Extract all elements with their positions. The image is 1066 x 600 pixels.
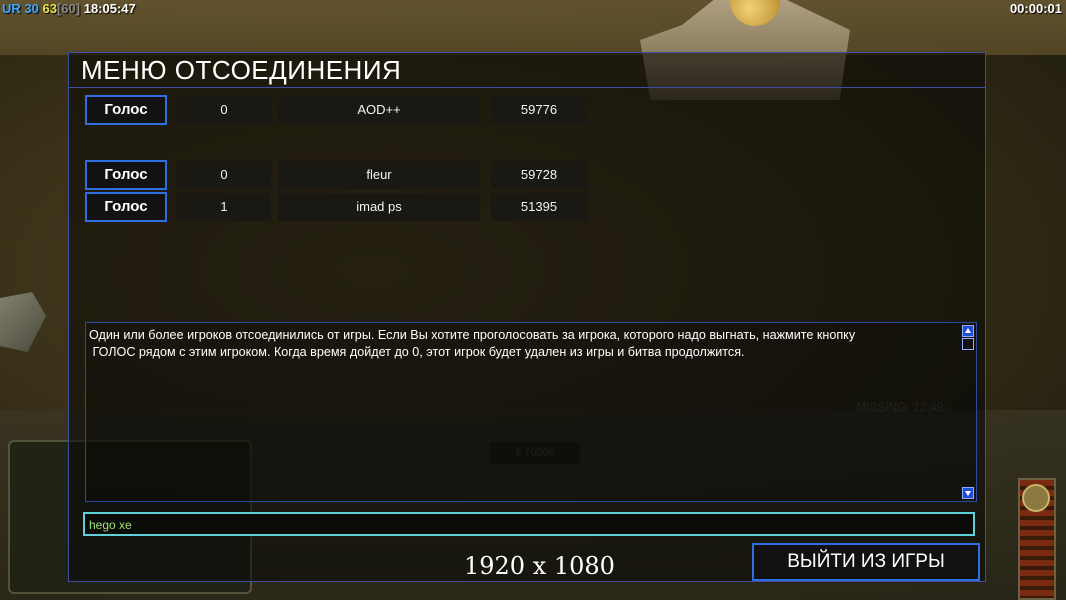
- clock: 18:05:47: [83, 1, 136, 16]
- scroll-up-arrow-icon[interactable]: [962, 325, 974, 337]
- player-name: fleur: [278, 161, 480, 189]
- scrollbar[interactable]: [962, 325, 974, 499]
- player-ping: 51395: [491, 193, 587, 221]
- scroll-down-arrow-icon[interactable]: [962, 487, 974, 499]
- status-overlay: UR 30 63[60] 18:05:47: [2, 1, 136, 16]
- dialog-title: МЕНЮ ОТСОЕДИНЕНИЯ: [81, 55, 402, 85]
- fps-limit: [60]: [56, 1, 81, 16]
- player-name: AOD++: [278, 96, 480, 124]
- vote-count: 1: [177, 193, 271, 221]
- vote-count: 0: [177, 96, 271, 124]
- vote-button[interactable]: Голос: [85, 95, 167, 125]
- player-ping: 59776: [491, 96, 587, 124]
- game-timer: 00:00:01: [1009, 1, 1062, 16]
- message-text: Один или более игроков отсоединились от …: [89, 328, 856, 359]
- message-box: Один или более игроков отсоединились от …: [85, 322, 977, 502]
- unit-image: [0, 292, 46, 352]
- power-meter: [1018, 478, 1056, 600]
- vote-count: 0: [177, 161, 271, 189]
- player-ping: 59728: [491, 161, 587, 189]
- disconnect-dialog: МЕНЮ ОТСОЕДИНЕНИЯ Голос 0 AOD++ 59776 Го…: [68, 52, 986, 582]
- ur-value: 30: [24, 1, 39, 16]
- scroll-thumb[interactable]: [962, 338, 974, 350]
- fps-value: 63: [42, 1, 57, 16]
- divider: [69, 87, 985, 88]
- terrain: [0, 0, 1066, 55]
- building-dome: [730, 0, 780, 26]
- player-name: imad ps: [278, 193, 480, 221]
- vote-button[interactable]: Голос: [85, 192, 167, 222]
- resolution-label: 1920 x 1080: [464, 552, 615, 580]
- exit-game-button[interactable]: ВЫЙТИ ИЗ ИГРЫ: [752, 543, 980, 581]
- vote-button[interactable]: Голос: [85, 160, 167, 190]
- chat-input[interactable]: hego xe: [83, 512, 975, 536]
- rank-star-icon: [1022, 484, 1050, 512]
- ur-label: UR: [2, 1, 21, 16]
